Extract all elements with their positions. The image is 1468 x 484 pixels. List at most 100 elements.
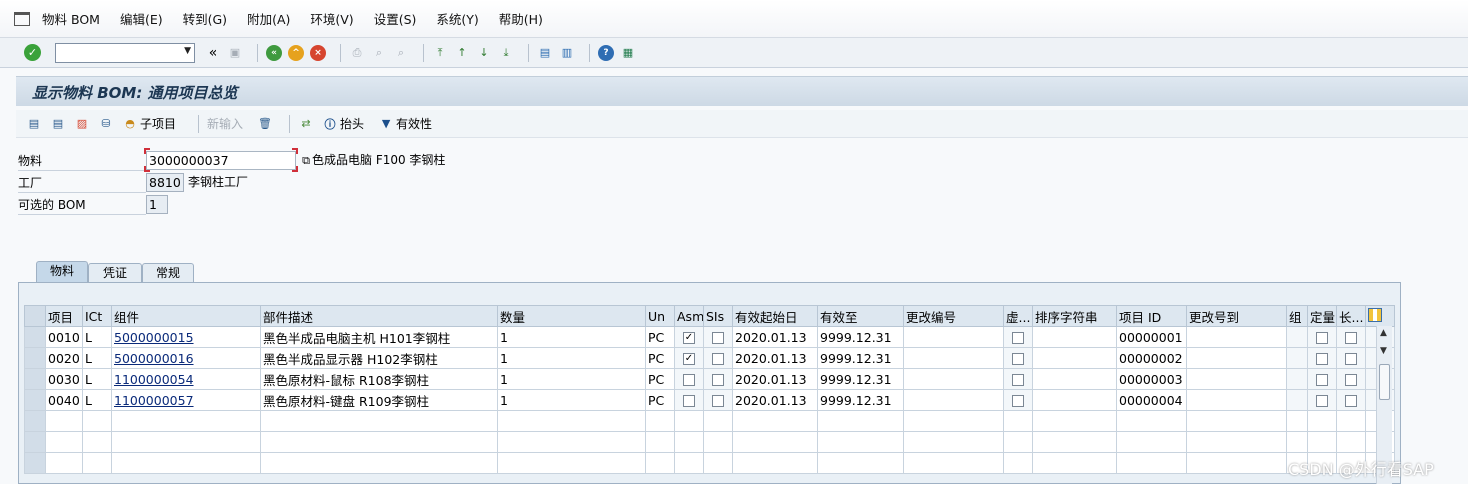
col-change-number[interactable]: 更改编号 (903, 305, 1004, 327)
scroll-thumb[interactable] (1379, 364, 1390, 400)
asm-checkbox[interactable] (683, 395, 695, 407)
col-change-to[interactable]: 更改号到 (1186, 305, 1287, 327)
fixed-qty-checkbox[interactable] (1316, 353, 1328, 365)
component-link[interactable]: 5000000015 (114, 330, 194, 345)
asm-checkbox[interactable]: ✓ (683, 332, 695, 344)
delete-icon[interactable]: 🗑 (257, 116, 273, 132)
menu-edit[interactable]: 编辑(E) (120, 9, 163, 28)
collapse-arrows-icon[interactable]: « (205, 45, 221, 61)
display-change-icon[interactable]: ▤ (26, 116, 42, 132)
empty-table-row[interactable] (24, 410, 1395, 432)
previous-page-icon[interactable]: ↑ (454, 45, 470, 61)
empty-table-row[interactable] (24, 452, 1395, 474)
component-cell[interactable]: 5000000015 (111, 326, 261, 348)
sis-checkbox[interactable] (712, 395, 724, 407)
row-selector[interactable] (24, 326, 46, 348)
tab-general[interactable]: 常规 (142, 263, 194, 283)
table-row[interactable]: 0020 L 5000000016 黑色半成品显示器 H102李钢柱 1 PC ✓ 2020.… (24, 347, 1395, 369)
col-quantity[interactable]: 数量 (497, 305, 646, 327)
row-selector[interactable] (24, 431, 46, 453)
next-page-icon[interactable]: ↓ (476, 45, 492, 61)
col-description[interactable]: 部件描述 (260, 305, 498, 327)
customize-layout-icon[interactable]: ▦ (620, 45, 636, 61)
long-text-checkbox[interactable] (1345, 332, 1357, 344)
validity-button[interactable]: ▼ 有效性 (378, 115, 432, 132)
col-valid-to[interactable]: 有效至 (817, 305, 904, 327)
asm-checkbox[interactable] (683, 374, 695, 386)
table-settings-cell[interactable] (1365, 305, 1395, 327)
row-selector[interactable] (24, 368, 46, 390)
cancel-icon[interactable]: × (310, 44, 326, 61)
row-selector[interactable] (24, 452, 46, 474)
col-unit[interactable]: Un (645, 305, 675, 327)
col-group[interactable]: 组 (1286, 305, 1308, 327)
help-icon[interactable]: ? (598, 44, 614, 61)
col-sort-string[interactable]: 排序字符串 (1032, 305, 1117, 327)
fixed-qty-checkbox[interactable] (1316, 374, 1328, 386)
phantom-checkbox[interactable] (1012, 374, 1024, 386)
find-icon[interactable]: ⌕ (371, 45, 387, 61)
long-text-checkbox[interactable] (1345, 353, 1357, 365)
col-item[interactable]: 项目 (45, 305, 83, 327)
phantom-checkbox[interactable] (1012, 353, 1024, 365)
select-all-cell[interactable] (24, 305, 46, 327)
find-next-icon[interactable]: ⌕ (393, 45, 409, 61)
tab-material[interactable]: 物料 (36, 261, 88, 283)
fixed-qty-checkbox[interactable] (1316, 332, 1328, 344)
menu-system[interactable]: 系统(Y) (436, 9, 478, 28)
sis-checkbox[interactable] (712, 353, 724, 365)
fixed-qty-checkbox[interactable] (1316, 395, 1328, 407)
new-session-icon[interactable]: ▤ (537, 45, 553, 61)
plant-field[interactable]: 8810 (146, 173, 184, 192)
save-icon[interactable]: ▣ (227, 45, 243, 61)
component-cell[interactable]: 5000000016 (111, 347, 261, 369)
alt-bom-field[interactable]: 1 (146, 195, 168, 214)
item-overview-icon[interactable]: ▨ (74, 116, 90, 132)
table-row[interactable]: 0030 L 1100000054 黑色原材料-鼠标 R108李钢柱 1 PC 2020.0… (24, 368, 1395, 390)
print-icon[interactable]: ⎙ (349, 45, 365, 61)
explode-icon[interactable]: ⇄ (298, 116, 314, 132)
component-link[interactable]: 1100000057 (114, 393, 194, 408)
col-sis[interactable]: SIs (703, 305, 733, 327)
menu-goto[interactable]: 转到(G) (183, 9, 227, 28)
command-field[interactable]: ▼ (55, 42, 195, 63)
system-menu-icon[interactable] (14, 11, 30, 26)
menu-help[interactable]: 帮助(H) (499, 9, 543, 28)
menu-extras[interactable]: 附加(A) (247, 9, 290, 28)
empty-table-row[interactable] (24, 431, 1395, 453)
table-settings-icon[interactable] (1368, 307, 1382, 322)
col-item-id[interactable]: 项目 ID (1116, 305, 1187, 327)
table-row[interactable]: 0010 L 5000000015 黑色半成品电脑主机 H101李钢柱 1 PC ✓ 2020… (24, 326, 1395, 348)
col-phantom[interactable]: 虚... (1003, 305, 1033, 327)
col-fixed-qty[interactable]: 定量 (1307, 305, 1337, 327)
menu-settings[interactable]: 设置(S) (374, 9, 417, 28)
sub-item-button[interactable]: ◓ 子项目 (122, 115, 176, 132)
row-selector[interactable] (24, 347, 46, 369)
long-text-checkbox[interactable] (1345, 395, 1357, 407)
col-long-text[interactable]: 长... (1336, 305, 1366, 327)
phantom-checkbox[interactable] (1012, 332, 1024, 344)
menu-material-bom[interactable]: 物料 BOM (42, 9, 100, 28)
table-row[interactable]: 0040 L 1100000057 黑色原材料-键盘 R109李钢柱 1 PC 2020.0… (24, 389, 1395, 411)
other-bom-icon[interactable]: ▤ (50, 116, 66, 132)
col-component[interactable]: 组件 (111, 305, 261, 327)
component-cell[interactable]: 1100000057 (111, 389, 261, 411)
new-entry-button[interactable]: 新输入 (207, 115, 243, 132)
row-selector[interactable] (24, 410, 46, 432)
component-link[interactable]: 5000000016 (114, 351, 194, 366)
display-item-icon[interactable]: ⛁ (98, 116, 114, 132)
shortcut-icon[interactable]: ▥ (559, 45, 575, 61)
col-valid-from[interactable]: 有效起始日 (732, 305, 818, 327)
exit-icon[interactable]: ^ (288, 44, 304, 61)
col-ict[interactable]: ICt (82, 305, 112, 327)
row-selector[interactable] (24, 389, 46, 411)
phantom-checkbox[interactable] (1012, 395, 1024, 407)
col-asm[interactable]: Asm (674, 305, 704, 327)
component-link[interactable]: 1100000054 (114, 372, 194, 387)
last-page-icon[interactable]: ⤓ (498, 45, 514, 61)
chevron-down-icon[interactable]: ▼ (184, 46, 191, 56)
first-page-icon[interactable]: ⤒ (432, 45, 448, 61)
header-button[interactable]: ⓘ 抬头 (322, 115, 365, 132)
scroll-down-icon[interactable]: ▼ (1380, 346, 1387, 356)
scroll-up-icon[interactable]: ▲ (1380, 328, 1387, 338)
